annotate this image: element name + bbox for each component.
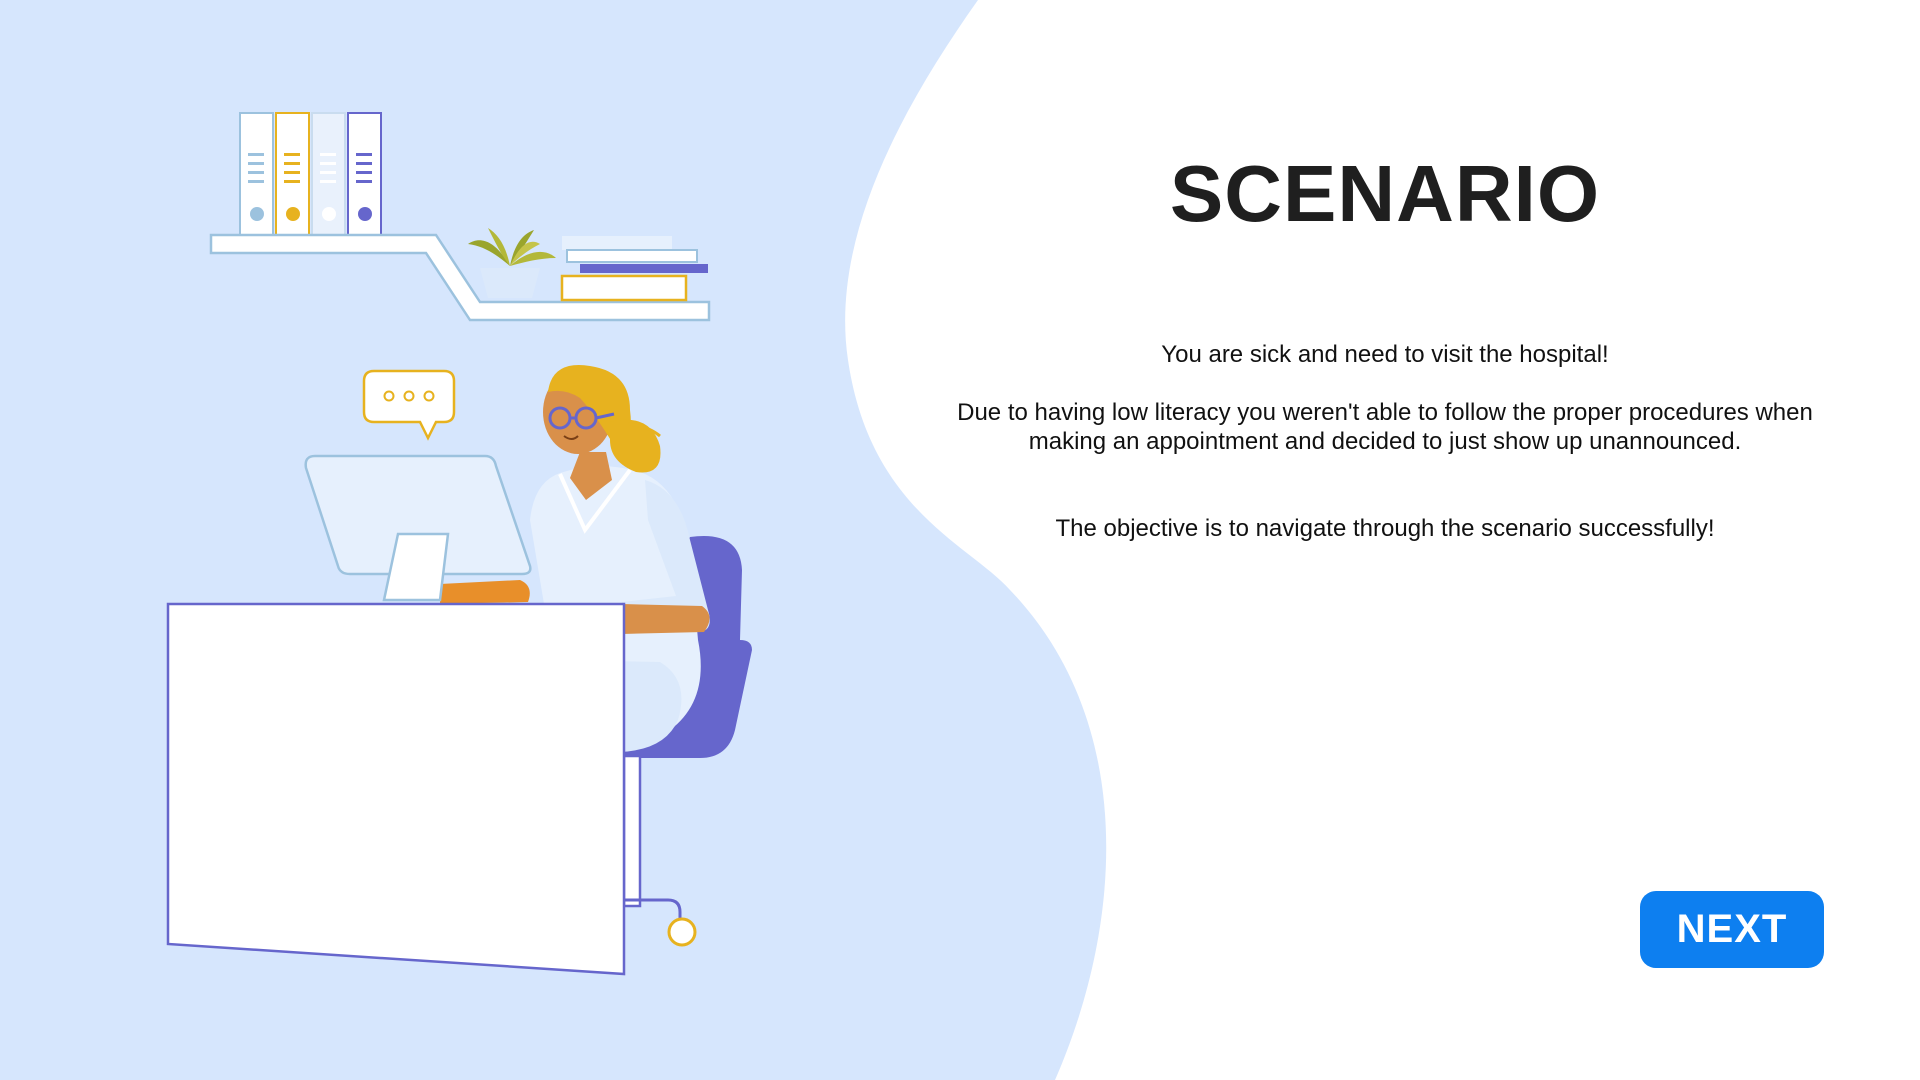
binder-icon: [311, 112, 346, 236]
scenario-context-text: Due to having low literacy you weren't a…: [957, 399, 1813, 455]
next-button[interactable]: NEXT: [1640, 891, 1824, 968]
binder-icon: [239, 112, 274, 236]
speech-bubble-icon: [362, 369, 456, 441]
binder-icon: [347, 112, 382, 236]
scenario-slide: SCENARIO You are sick and need to visit …: [0, 0, 1920, 1080]
scenario-intro-text: You are sick and need to visit the hospi…: [1161, 341, 1609, 368]
plant-icon: [468, 228, 556, 298]
scenario-objective-text: The objective is to navigate through the…: [1055, 515, 1715, 542]
binder-icon: [275, 112, 310, 236]
books-icon: [560, 236, 708, 302]
computer-monitor-icon: [304, 454, 532, 602]
desk-icon: [166, 602, 626, 976]
page-title: SCENARIO: [1169, 149, 1601, 238]
